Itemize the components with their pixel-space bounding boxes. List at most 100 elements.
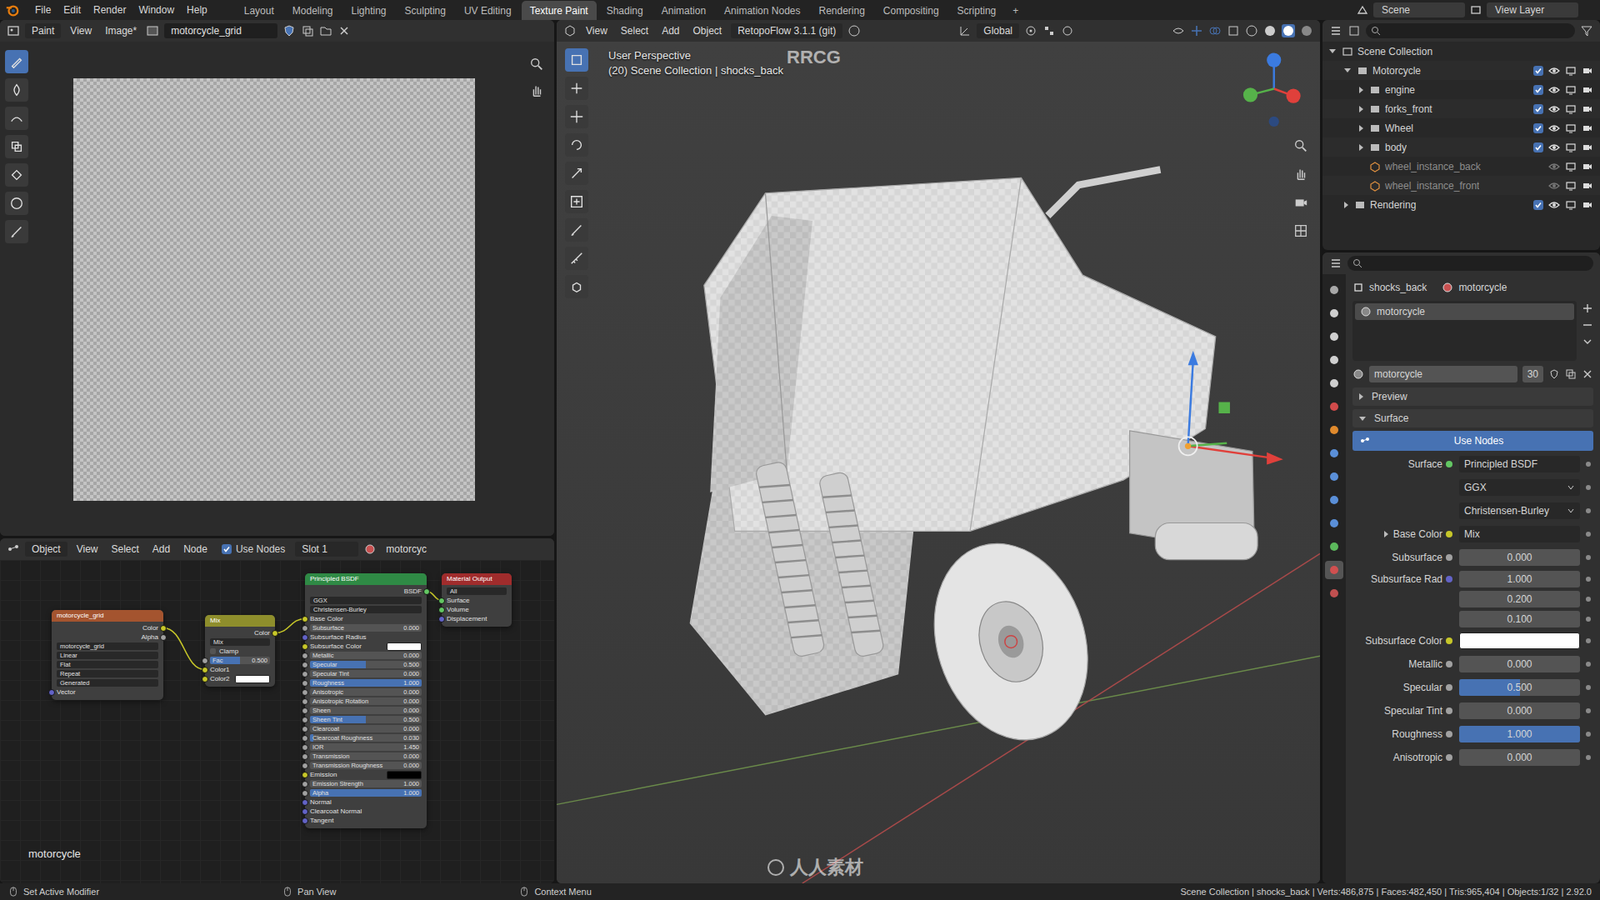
- output-socket[interactable]: [160, 634, 167, 641]
- node-socket-row[interactable]: BSDF: [305, 586, 427, 596]
- input-socket[interactable]: [301, 707, 309, 715]
- properties-search-field[interactable]: [1347, 255, 1594, 271]
- expand-toggle[interactable]: [1359, 105, 1364, 113]
- node-socket-row[interactable]: Specular 0.500: [305, 660, 427, 670]
- front-shock[interactable]: [755, 460, 826, 658]
- header-menu[interactable]: Select: [106, 541, 143, 557]
- input-socket[interactable]: [301, 661, 309, 669]
- eye-icon[interactable]: [1548, 180, 1560, 192]
- render-camera-icon[interactable]: [1581, 141, 1594, 154]
- header-menu[interactable]: View: [65, 23, 96, 39]
- keyframe-decorator[interactable]: [1585, 576, 1591, 582]
- input-socket[interactable]: [301, 735, 309, 742]
- workspace-tab[interactable]: Scripting: [949, 0, 1005, 20]
- exclude-checkbox[interactable]: [1533, 85, 1544, 95]
- input-socket[interactable]: [301, 625, 309, 632]
- zoom-icon[interactable]: [1293, 138, 1309, 154]
- outliner-item-name[interactable]: Rendering: [1370, 199, 1416, 211]
- paint-tool-button[interactable]: [5, 135, 29, 159]
- color-swatch[interactable]: [386, 642, 422, 651]
- properties-tab[interactable]: [1325, 537, 1344, 556]
- properties-tab[interactable]: [1325, 444, 1344, 463]
- help-icon[interactable]: [847, 24, 861, 38]
- outliner-item-name[interactable]: Wheel: [1385, 122, 1414, 135]
- node-header[interactable]: motorcycle_grid: [51, 610, 164, 622]
- color-swatch[interactable]: [1459, 632, 1580, 650]
- material-name-field[interactable]: motorcycle: [1369, 365, 1518, 383]
- transform-gizmo[interactable]: [1179, 350, 1284, 465]
- node-checkbox[interactable]: [210, 648, 216, 655]
- exclude-checkbox[interactable]: [1533, 142, 1544, 153]
- paint-tool-button[interactable]: [5, 50, 29, 74]
- input-socket[interactable]: [438, 606, 445, 614]
- workspace-tab[interactable]: Compositing: [875, 0, 948, 20]
- viewport-toggle-icon[interactable]: [1565, 84, 1577, 96]
- overlay-icon[interactable]: [1208, 24, 1222, 38]
- expand-toggle[interactable]: [1344, 68, 1351, 73]
- viewport-tool-button[interactable]: [565, 105, 589, 129]
- scene-field[interactable]: Scene: [1373, 2, 1465, 18]
- side-panel[interactable]: [710, 215, 813, 493]
- zoom-icon[interactable]: [529, 56, 545, 72]
- filter-icon[interactable]: [1580, 24, 1594, 38]
- outliner-row[interactable]: body: [1322, 137, 1600, 157]
- input-socket[interactable]: [301, 799, 309, 806]
- viewport-toggle-icon[interactable]: [1565, 122, 1577, 135]
- outliner-item-name[interactable]: Scene Collection: [1357, 45, 1433, 58]
- node-header[interactable]: Material Output: [441, 573, 512, 585]
- visibility-icon[interactable]: [1171, 24, 1185, 38]
- workspace-tab[interactable]: UV Editing: [455, 0, 520, 20]
- property-dropdown[interactable]: Christensen-Burley: [1459, 502, 1580, 520]
- painted-texture-image[interactable]: [73, 78, 475, 501]
- navigation-gizmo[interactable]: [1243, 53, 1301, 127]
- input-socket[interactable]: [301, 780, 309, 788]
- property-dropdown[interactable]: GGX: [1459, 479, 1580, 496]
- shader-type-dropdown[interactable]: Object: [25, 541, 68, 557]
- keyframe-decorator[interactable]: [1585, 508, 1591, 514]
- property-slider[interactable]: 1.000: [1459, 725, 1580, 743]
- node-socket-row[interactable]: Color: [51, 623, 164, 633]
- node-socket-row[interactable]: Clamp: [205, 646, 275, 656]
- viewport-tool-button[interactable]: [565, 48, 589, 72]
- workspace-tab[interactable]: Shading: [598, 0, 652, 20]
- add-workspace-button[interactable]: +: [1005, 0, 1025, 20]
- node-socket-row[interactable]: GGX: [305, 595, 427, 605]
- node-socket-row[interactable]: Color1: [205, 665, 275, 675]
- input-socket[interactable]: [301, 670, 309, 678]
- properties-tab[interactable]: [1325, 560, 1344, 580]
- header-menu[interactable]: Add: [148, 541, 175, 557]
- outliner-row[interactable]: wheel_instance_back: [1322, 156, 1600, 176]
- expand-toggle[interactable]: [1359, 86, 1364, 94]
- workspace-tab[interactable]: Animation: [653, 0, 715, 20]
- input-socket[interactable]: [301, 652, 309, 660]
- remove-slot-icon[interactable]: [1581, 319, 1594, 331]
- xray-icon[interactable]: [1226, 24, 1240, 38]
- eye-icon[interactable]: [1548, 160, 1560, 173]
- node-socket-row[interactable]: Clearcoat 0.000: [305, 724, 427, 734]
- material-icon[interactable]: [363, 542, 377, 556]
- node-dropdown[interactable]: GGX: [310, 596, 422, 605]
- viewport-canvas[interactable]: User Perspective(20) Scene Collection | …: [556, 41, 1320, 884]
- output-socket[interactable]: [423, 588, 430, 595]
- node-socket-row[interactable]: Metallic 0.000: [305, 650, 427, 660]
- viewport-toggle-icon[interactable]: [1565, 103, 1577, 115]
- properties-tab[interactable]: [1325, 397, 1344, 416]
- node-socket-row[interactable]: Flat: [51, 660, 164, 670]
- outliner-row[interactable]: engine: [1322, 80, 1600, 100]
- paint-tool-button[interactable]: [5, 220, 29, 244]
- menu-item[interactable]: Help: [180, 1, 214, 19]
- gizmo-icon[interactable]: [1190, 24, 1204, 38]
- node-value-slider[interactable]: Clearcoat 0.000: [310, 725, 422, 733]
- node-socket-row[interactable]: Sheen 0.000: [305, 705, 427, 715]
- workspace-tab[interactable]: Texture Paint: [521, 0, 597, 20]
- eye-icon[interactable]: [1548, 122, 1560, 135]
- editor-type-icon[interactable]: [1329, 24, 1343, 38]
- rear-shock[interactable]: [818, 471, 885, 658]
- vector-component-field[interactable]: 0.100: [1459, 610, 1580, 628]
- keyframe-decorator[interactable]: [1585, 638, 1591, 644]
- vector-component-field[interactable]: 0.200: [1459, 590, 1580, 608]
- node-dropdown[interactable]: Repeat: [56, 670, 159, 678]
- workspace-tab[interactable]: Sculpting: [396, 0, 455, 20]
- image-name-field[interactable]: motorcycle_grid: [164, 23, 278, 39]
- paint-tool-button[interactable]: [5, 163, 29, 187]
